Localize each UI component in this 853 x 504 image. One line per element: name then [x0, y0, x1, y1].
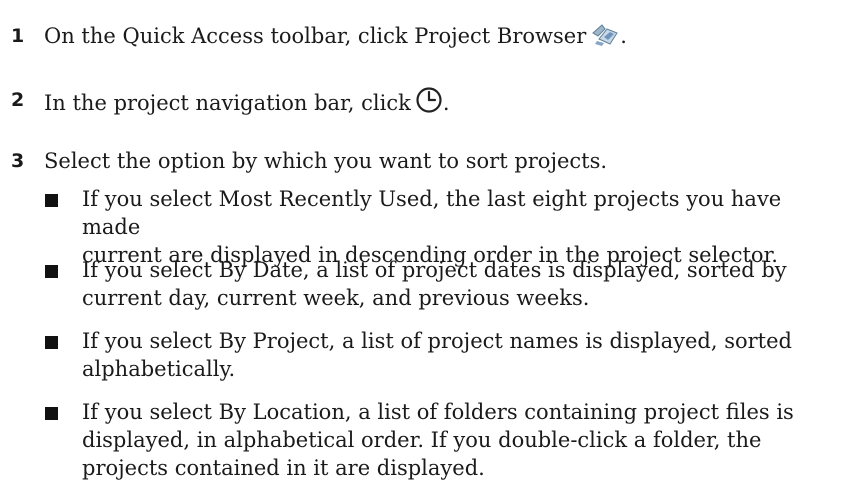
project-browser-icon [590, 23, 620, 54]
bullet-line: current day, current week, and previous … [82, 286, 590, 310]
bullet-line: If you select By Location, a list of fol… [82, 400, 794, 424]
bullet-line: If you select By Date, a list of project… [82, 258, 787, 282]
step-number: 3 [11, 150, 25, 172]
bullet-line: alphabetically. [82, 357, 236, 381]
bullet-text: If you select By Project, a list of proj… [82, 327, 842, 383]
step-2-suffix: . [442, 91, 450, 115]
instruction-page: { "steps": [ { "number": "1", "text": "O… [0, 0, 853, 504]
step-text: On the Quick Access toolbar, click Proje… [44, 22, 627, 54]
bullet-line: projects contained in it are displayed. [82, 456, 485, 480]
bullet-line: displayed, in alphabetical order. If you… [82, 428, 762, 452]
bullet-text: If you select By Location, a list of fol… [82, 398, 842, 482]
step-1-suffix: . [620, 24, 627, 48]
clock-icon [415, 86, 443, 121]
bullet-square-icon [45, 265, 58, 278]
bullet-line: If you select Most Recently Used, the la… [82, 187, 782, 239]
bullet-text: If you select By Date, a list of project… [82, 256, 842, 312]
step-2-label: In the project navigation bar, click [44, 91, 411, 115]
bullet-square-icon [45, 194, 58, 207]
bullet-square-icon [45, 407, 58, 420]
bullet-line: If you select By Project, a list of proj… [82, 329, 792, 353]
step-number: 1 [11, 25, 25, 47]
step-text: Select the option by which you want to s… [44, 149, 608, 173]
step-1-label: On the Quick Access toolbar, click Proje… [44, 24, 587, 48]
bullet-square-icon [45, 336, 58, 349]
step-number: 2 [11, 89, 25, 111]
step-text: In the project navigation bar, click . [44, 86, 450, 121]
